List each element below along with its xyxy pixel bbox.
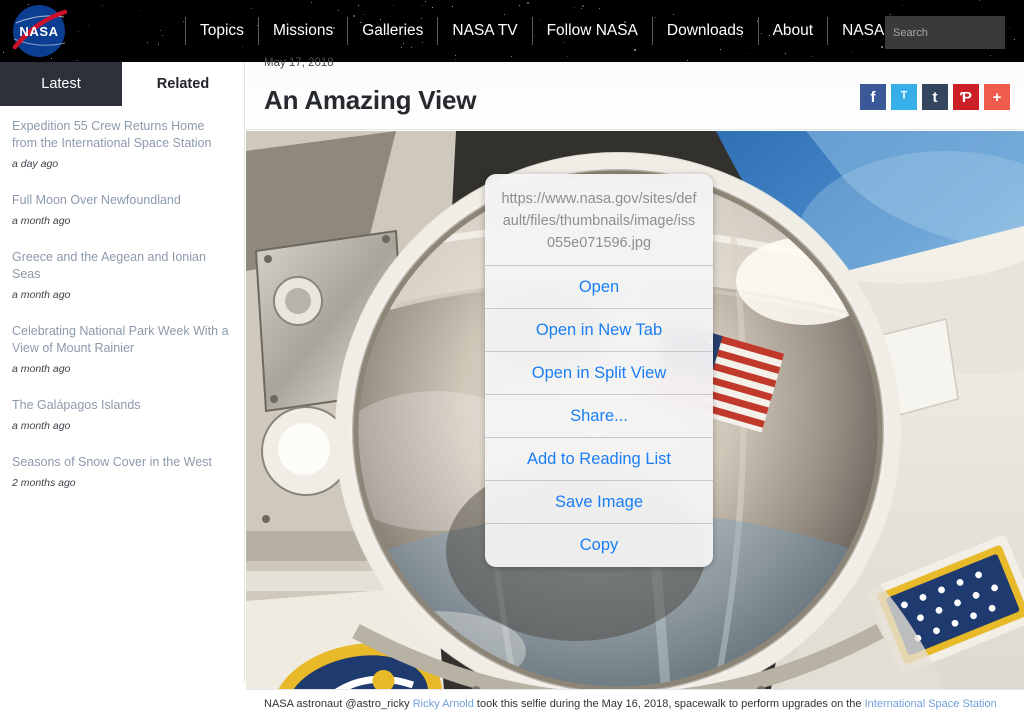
star xyxy=(146,42,148,44)
pinterest-share-icon[interactable]: Ƥ xyxy=(953,84,979,110)
caption-prefix: NASA astronaut @astro_ricky xyxy=(264,698,413,710)
nav-item-missions[interactable]: Missions xyxy=(259,17,349,45)
context-menu-item-copy[interactable]: Copy xyxy=(485,524,713,567)
story-title[interactable]: Full Moon Over Newfoundland xyxy=(12,192,232,209)
star xyxy=(902,5,904,7)
star xyxy=(812,55,814,57)
star xyxy=(101,5,103,7)
story-title[interactable]: The Galápagos Islands xyxy=(12,397,232,414)
context-menu-item-share[interactable]: Share... xyxy=(485,395,713,438)
star xyxy=(990,54,992,56)
star xyxy=(421,5,423,7)
caption-link-ricky-arnold[interactable]: Ricky Arnold xyxy=(413,698,474,710)
context-menu-item-open-in-new-tab[interactable]: Open in New Tab xyxy=(485,309,713,352)
tumblr-share-icon[interactable]: t xyxy=(922,84,948,110)
star xyxy=(580,7,582,9)
nav-item-follow-nasa[interactable]: Follow NASA xyxy=(533,17,653,45)
story-timestamp: 2 months ago xyxy=(12,477,76,489)
story-timestamp: a month ago xyxy=(12,215,71,227)
star xyxy=(78,30,80,32)
star xyxy=(3,52,5,54)
photo-caption: NASA astronaut @astro_ricky Ricky Arnold… xyxy=(246,689,1024,717)
context-menu-item-add-to-reading-list[interactable]: Add to Reading List xyxy=(485,438,713,481)
article-header: May 17, 2018 An Amazing View f ᵀ t Ƥ + xyxy=(246,57,1024,130)
star xyxy=(634,48,637,51)
star xyxy=(566,55,568,57)
star xyxy=(745,52,747,54)
svg-text:NASA: NASA xyxy=(19,24,58,39)
star xyxy=(160,29,162,31)
star xyxy=(431,7,433,9)
star xyxy=(454,54,456,56)
context-menu-item-save-image[interactable]: Save Image xyxy=(485,481,713,524)
top-navigation-bar: NASA Topics Missions Galleries NASA TV F… xyxy=(0,0,1024,62)
star xyxy=(850,52,852,54)
story-list-item[interactable]: Seasons of Snow Cover in the West 2 month… xyxy=(12,454,232,489)
story-timestamp: a month ago xyxy=(12,420,71,432)
context-menu-item-open-in-split-view[interactable]: Open in Split View xyxy=(485,352,713,395)
star xyxy=(251,7,253,9)
share-buttons: f ᵀ t Ƥ + xyxy=(860,84,1010,110)
tab-latest[interactable]: Latest xyxy=(0,62,122,106)
star xyxy=(518,4,520,6)
star xyxy=(88,25,90,26)
sidebar: Latest Related Expedition 55 Crew Return… xyxy=(0,62,245,682)
star xyxy=(510,56,512,58)
search-input[interactable] xyxy=(893,26,1024,39)
addthis-share-icon[interactable]: + xyxy=(984,84,1010,110)
story-list-item[interactable]: Expedition 55 Crew Returns Home from the… xyxy=(12,118,232,170)
star xyxy=(424,0,426,2)
story-list: Expedition 55 Crew Returns Home from the… xyxy=(0,106,244,489)
star xyxy=(979,0,981,2)
story-title[interactable]: Seasons of Snow Cover in the West xyxy=(12,454,232,471)
star xyxy=(526,2,529,5)
nav-item-galleries[interactable]: Galleries xyxy=(348,17,439,45)
star xyxy=(139,10,141,12)
facebook-share-icon[interactable]: f xyxy=(860,84,886,110)
star xyxy=(358,4,360,6)
story-list-item[interactable]: The Galápagos Islands a month ago xyxy=(12,397,232,432)
nav-items: Topics Missions Galleries NASA TV Follow… xyxy=(185,13,973,49)
tab-related[interactable]: Related xyxy=(122,62,244,106)
caption-link-iss[interactable]: International Space Station xyxy=(865,698,997,710)
story-list-item[interactable]: Full Moon Over Newfoundland a month ago xyxy=(12,192,232,227)
star xyxy=(1013,39,1015,41)
star xyxy=(161,34,163,36)
page-title: An Amazing View xyxy=(264,85,477,115)
sidebar-tabs: Latest Related xyxy=(0,62,244,106)
star xyxy=(582,5,585,8)
story-title[interactable]: Celebrating National Park Week With a Vi… xyxy=(12,323,232,357)
nav-item-nasa-tv[interactable]: NASA TV xyxy=(438,17,533,45)
story-title[interactable]: Greece and the Aegean and Ionian Seas xyxy=(12,249,232,283)
story-timestamp: a day ago xyxy=(12,158,59,170)
nav-item-downloads[interactable]: Downloads xyxy=(653,17,759,45)
twitter-share-icon[interactable]: ᵀ xyxy=(891,84,917,110)
star xyxy=(574,7,576,9)
story-timestamp: a month ago xyxy=(12,289,71,301)
star xyxy=(157,41,159,43)
star xyxy=(338,9,340,11)
star xyxy=(393,5,395,7)
star xyxy=(599,8,601,10)
search-box[interactable] xyxy=(885,16,1024,49)
story-timestamp: a month ago xyxy=(12,363,71,375)
article-date: May 17, 2018 xyxy=(264,57,334,69)
context-menu-item-open[interactable]: Open xyxy=(485,266,713,309)
nav-item-topics[interactable]: Topics xyxy=(185,17,259,45)
star xyxy=(311,1,313,3)
star xyxy=(785,53,787,55)
star xyxy=(686,59,688,61)
image-context-menu: https://www.nasa.gov/sites/default/files… xyxy=(485,174,713,567)
nasa-logo[interactable]: NASA xyxy=(8,3,70,59)
nav-item-about[interactable]: About xyxy=(759,17,829,45)
star xyxy=(158,43,160,45)
star xyxy=(182,21,184,23)
story-list-item[interactable]: Celebrating National Park Week With a Vi… xyxy=(12,323,232,375)
story-list-item[interactable]: Greece and the Aegean and Ionian Seas a m… xyxy=(12,249,232,301)
caption-middle: took this selfie during the May 16, 2018… xyxy=(473,698,865,710)
star xyxy=(451,5,453,7)
context-menu-url: https://www.nasa.gov/sites/default/files… xyxy=(485,174,713,266)
story-title[interactable]: Expedition 55 Crew Returns Home from the… xyxy=(12,118,232,152)
star xyxy=(454,59,456,61)
